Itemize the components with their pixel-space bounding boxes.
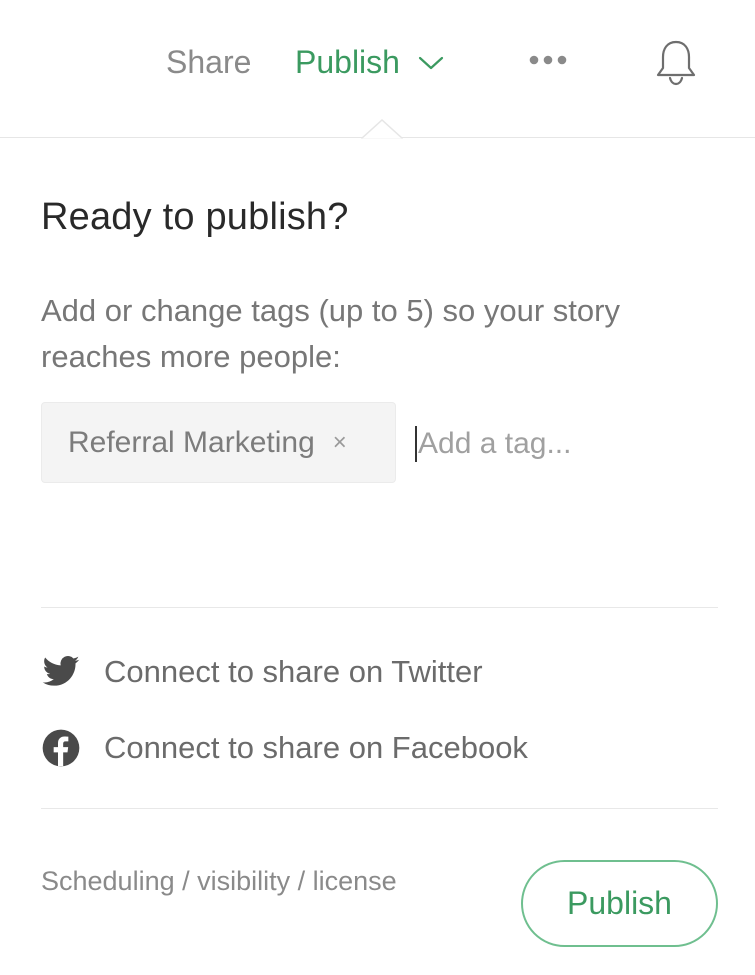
divider-top: [41, 607, 718, 608]
connect-twitter-label: Connect to share on Twitter: [104, 654, 483, 689]
publish-menu-toggle[interactable]: Publish: [295, 44, 444, 81]
connect-twitter-row[interactable]: Connect to share on Twitter: [41, 652, 483, 692]
panel-title: Ready to publish?: [41, 196, 349, 238]
scheduling-visibility-license-link[interactable]: Scheduling / visibility / license: [41, 866, 397, 897]
facebook-icon: [42, 729, 80, 767]
chevron-down-icon: [418, 56, 444, 69]
bell-icon[interactable]: [654, 38, 698, 86]
popover-caret: [361, 119, 403, 141]
twitter-icon: [42, 656, 80, 686]
text-cursor: [415, 426, 417, 462]
connect-facebook-label: Connect to share on Facebook: [104, 730, 528, 765]
more-horizontal-icon[interactable]: [527, 50, 569, 70]
connect-facebook-row[interactable]: Connect to share on Facebook: [41, 728, 528, 768]
publish-menu-label: Publish: [295, 44, 400, 80]
tag-remove-button[interactable]: ×: [333, 429, 347, 457]
divider-bottom: [41, 808, 718, 809]
tag-input-wrapper: [415, 420, 715, 468]
tag-chip-label: Referral Marketing: [68, 425, 315, 459]
top-bar: Share Publish: [0, 0, 755, 138]
tag-input[interactable]: [418, 427, 698, 461]
publish-button[interactable]: Publish: [521, 860, 718, 947]
share-link[interactable]: Share: [166, 44, 251, 81]
tag-chip: Referral Marketing ×: [41, 402, 396, 483]
publish-panel: [0, 139, 755, 975]
tags-description: Add or change tags (up to 5) so your sto…: [41, 293, 620, 374]
